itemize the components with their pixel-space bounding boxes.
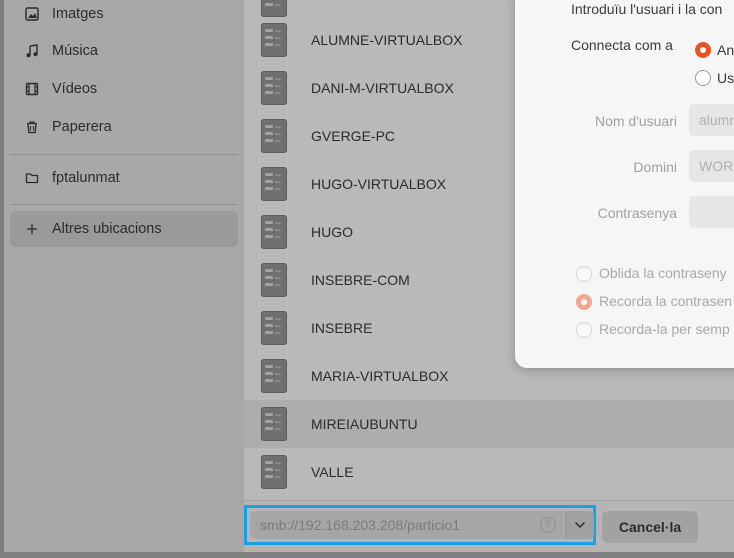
list-item[interactable]: MIREIAUBUNTU <box>244 400 734 448</box>
folder-icon <box>24 170 40 186</box>
server-icon <box>261 119 287 153</box>
music-note-icon <box>24 43 40 59</box>
server-icon <box>261 311 287 345</box>
server-name: MARIA-VIRTUALBOX <box>311 368 449 384</box>
list-item[interactable]: VALLE <box>244 448 734 496</box>
server-icon <box>261 215 287 249</box>
server-name: GVERGE-PC <box>311 128 396 144</box>
sidebar-item-trash[interactable]: Paperera <box>10 109 238 145</box>
server-name: MIREIAUBUNTU <box>311 416 418 432</box>
recent-servers-dropdown-button[interactable] <box>565 511 594 539</box>
domain-value: WOR <box>699 158 734 174</box>
sidebar-item-images[interactable]: Imatges <box>10 0 238 32</box>
server-name: ALUMNE-VIRTUALBOX <box>311 32 463 48</box>
remember-password-session-label: Recorda la contrasen <box>599 293 733 309</box>
remember-password-forever-label: Recorda-la per semp <box>599 321 730 337</box>
server-icon <box>261 0 287 17</box>
footer-bar: smb://192.168.203.208/particio1 ? Cancel… <box>244 500 734 552</box>
remember-password-session-radio[interactable] <box>576 294 592 310</box>
sidebar-item-label: Paperera <box>52 119 112 135</box>
server-icon <box>261 71 287 105</box>
password-label: Contrasenya <box>597 205 677 221</box>
sidebar-item-label: fptalunmat <box>52 170 120 186</box>
server-icon <box>261 23 287 57</box>
sidebar-item-label: Vídeos <box>52 81 98 97</box>
forget-password-label: Oblida la contraseny <box>599 265 727 281</box>
sidebar-item-label: Música <box>52 43 98 59</box>
password-field[interactable] <box>689 196 734 228</box>
connect-anonymous-label: An <box>717 42 734 58</box>
help-icon[interactable]: ? <box>540 517 556 533</box>
sidebar-item-label: Altres ubicacions <box>52 221 162 237</box>
sidebar-item-videos[interactable]: Vídeos <box>10 71 238 107</box>
sidebar: Imatges Música Vídeos Paperera fptalunma… <box>4 0 244 552</box>
server-address-value: smb://192.168.203.208/particio1 <box>260 517 461 533</box>
server-icon <box>261 167 287 201</box>
server-name: INSEBRE <box>311 320 373 336</box>
domain-label: Domini <box>633 159 677 175</box>
server-icon <box>261 455 287 489</box>
server-name: HUGO <box>311 224 353 240</box>
domain-field[interactable]: WOR <box>689 150 734 182</box>
image-icon <box>24 6 40 22</box>
server-name: DANI-M-VIRTUALBOX <box>311 80 454 96</box>
username-label: Nom d'usuari <box>594 113 677 129</box>
server-name: HUGO-VIRTUALBOX <box>311 176 447 192</box>
film-icon <box>24 81 40 97</box>
username-field[interactable]: alumn <box>689 104 734 136</box>
remember-password-forever-radio[interactable] <box>576 322 592 338</box>
sidebar-divider <box>10 204 238 205</box>
authentication-dialog: Introduïu l'usuari i la con Connecta com… <box>515 0 734 368</box>
sidebar-item-bookmark[interactable]: fptalunmat <box>10 160 238 196</box>
dialog-intro-text: Introduïu l'usuari i la con <box>571 1 723 17</box>
forget-password-radio[interactable] <box>576 266 592 282</box>
cancel-button[interactable]: Cancel·la <box>602 511 698 543</box>
sidebar-item-music[interactable]: Música <box>10 33 238 69</box>
connect-registered-user-label: Us <box>717 70 734 86</box>
connect-registered-user-radio[interactable] <box>695 70 711 86</box>
chevron-down-icon <box>574 521 586 529</box>
sidebar-item-label: Imatges <box>52 6 104 22</box>
server-name: INSEBRE-COM <box>311 272 410 288</box>
connect-as-label: Connecta com a <box>571 37 673 53</box>
trash-icon <box>24 119 40 135</box>
server-icon <box>261 407 287 441</box>
server-address-input[interactable]: smb://192.168.203.208/particio1 ? <box>250 511 564 539</box>
address-bar-highlight: smb://192.168.203.208/particio1 ? <box>244 505 596 545</box>
sidebar-item-other-locations[interactable]: Altres ubicacions <box>10 211 238 247</box>
server-icon <box>261 359 287 393</box>
username-value: alumn <box>699 112 734 128</box>
plus-icon <box>24 221 40 237</box>
sidebar-divider <box>10 154 238 155</box>
server-name: VALLE <box>311 464 354 480</box>
server-icon <box>261 263 287 297</box>
connect-anonymous-radio[interactable] <box>695 42 711 58</box>
